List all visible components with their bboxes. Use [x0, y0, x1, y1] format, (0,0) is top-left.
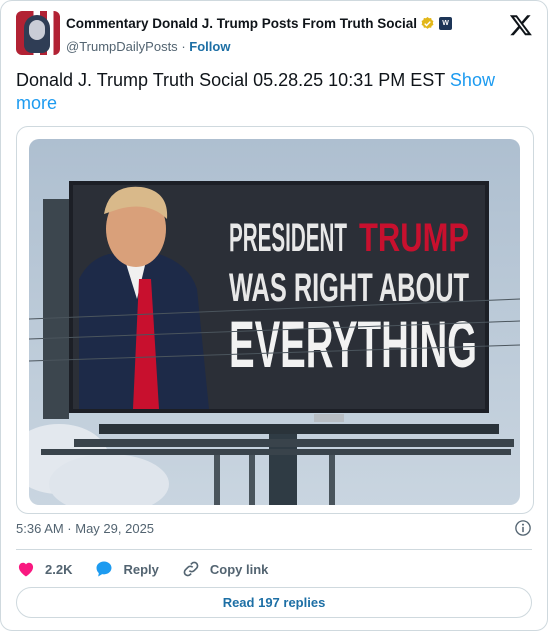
like-count: 2.2K [45, 561, 73, 577]
like-button[interactable]: 2.2K [16, 559, 72, 579]
read-replies-button[interactable]: Read 197 replies [16, 587, 532, 618]
copy-link-button[interactable]: Copy link [181, 559, 269, 579]
billboard-image: PRESIDENT TRUMP WAS RIGHT ABOUT EVERYTHI… [29, 139, 520, 505]
billboard-photo: PRESIDENT TRUMP WAS RIGHT ABOUT EVERYTHI… [29, 139, 520, 505]
affiliate-badge-icon: W [439, 17, 453, 30]
divider [16, 549, 532, 550]
reply-bubble-icon [96, 561, 112, 577]
link-icon [183, 561, 199, 577]
verified-badge-icon [421, 16, 434, 29]
author-name[interactable]: Commentary Donald J. Trump Posts From Tr… [66, 16, 417, 31]
billboard-line2: WAS RIGHT ABOUT [229, 266, 469, 310]
copy-link-label: Copy link [209, 561, 269, 577]
billboard-line1b: TRUMP [359, 216, 469, 260]
tweet-text: Donald J. Trump Truth Social 05.28.25 10… [16, 69, 526, 115]
heart-icon [18, 562, 34, 577]
tweet-media[interactable]: PRESIDENT TRUMP WAS RIGHT ABOUT EVERYTHI… [16, 126, 534, 514]
billboard-line1a: PRESIDENT [229, 216, 347, 260]
billboard-line3: EVERYTHING [229, 307, 477, 381]
tweet-card: Commentary Donald J. Trump Posts From Tr… [0, 0, 548, 631]
reply-label: Reply [123, 561, 159, 577]
avatar[interactable] [16, 11, 60, 55]
tweet-timestamp[interactable]: 5:36 AM · May 29, 2025 [16, 521, 154, 536]
author-handle[interactable]: @TrumpDailyPosts [66, 39, 178, 54]
follow-button[interactable]: Follow [189, 39, 230, 54]
action-bar: 2.2K Reply Copy link [16, 557, 290, 581]
handle-row: @TrumpDailyPosts · Follow [66, 39, 230, 54]
separator: · [181, 39, 186, 54]
x-logo-icon[interactable] [509, 13, 533, 37]
reply-button[interactable]: Reply [94, 559, 159, 579]
tweet-header: Commentary Donald J. Trump Posts From Tr… [16, 11, 533, 61]
author-name-row: Commentary Donald J. Trump Posts From Tr… [66, 16, 453, 31]
info-icon[interactable] [514, 519, 532, 537]
tweet-body: Donald J. Trump Truth Social 05.28.25 10… [16, 70, 445, 90]
